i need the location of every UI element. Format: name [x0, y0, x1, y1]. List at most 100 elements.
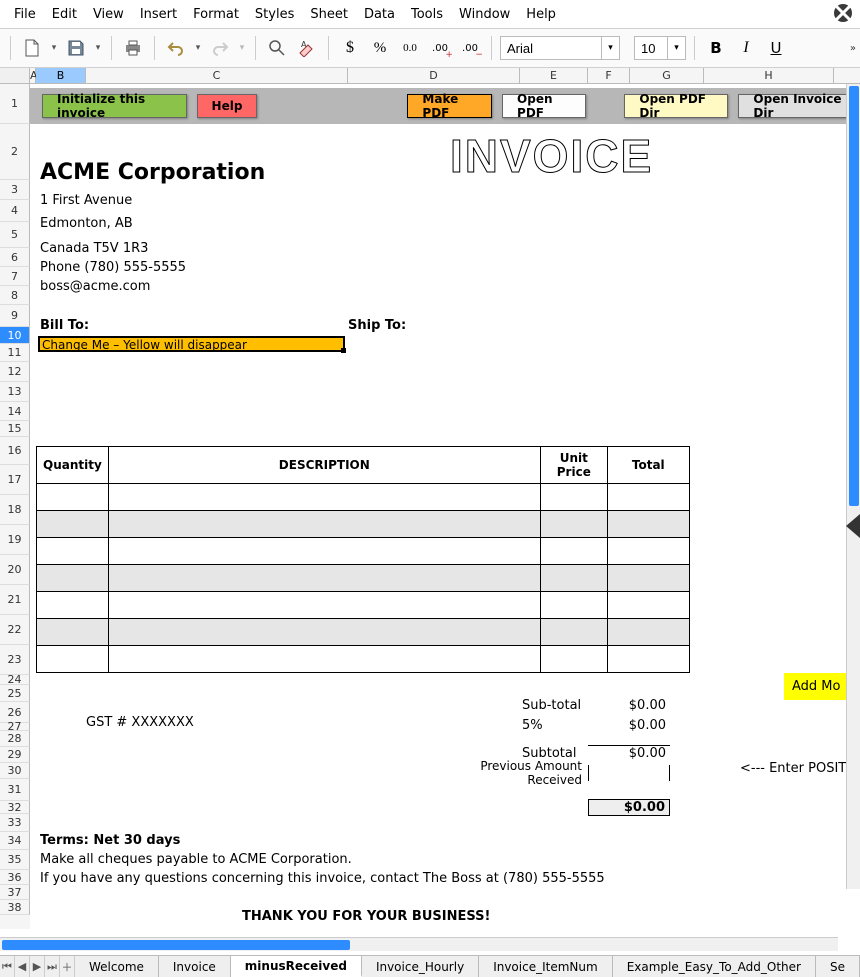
tab-next-button[interactable]: ▶: [30, 956, 45, 977]
vertical-scrollbar[interactable]: [846, 84, 860, 889]
row-header-6[interactable]: 6: [0, 248, 30, 267]
table-row[interactable]: [37, 484, 690, 511]
initialize-invoice-button[interactable]: Initialize this invoice: [42, 94, 187, 118]
bill-to-input-cell[interactable]: Change Me – Yellow will disappear: [38, 336, 345, 352]
row-header-7[interactable]: 7: [0, 267, 30, 286]
horizontal-scrollbar[interactable]: [0, 937, 838, 951]
hscroll-thumb[interactable]: [2, 940, 350, 950]
font-size-dropdown-arrow[interactable]: ▾: [667, 37, 685, 59]
tab-last-button[interactable]: ⏭: [45, 956, 60, 977]
row-header-23[interactable]: 23: [0, 645, 30, 675]
row-header-10[interactable]: 10: [0, 327, 30, 344]
table-row[interactable]: [37, 646, 690, 673]
row-header-18[interactable]: 18: [0, 495, 30, 525]
menu-edit[interactable]: Edit: [44, 3, 85, 26]
add-decimal-button[interactable]: .00+: [427, 35, 453, 61]
col-header-d[interactable]: D: [348, 68, 520, 83]
row-header-27[interactable]: 27: [0, 723, 30, 731]
row-header-20[interactable]: 20: [0, 555, 30, 585]
menu-sheet[interactable]: Sheet: [302, 3, 356, 26]
table-row[interactable]: [37, 511, 690, 538]
font-name-dropdown-arrow[interactable]: ▾: [601, 37, 619, 59]
font-size-combobox[interactable]: ▾: [634, 36, 686, 60]
open-pdf-button[interactable]: Open PDF: [502, 94, 586, 118]
row-header-29[interactable]: 29: [0, 747, 30, 763]
bold-button[interactable]: B: [703, 35, 729, 61]
row-header-11[interactable]: 11: [0, 344, 30, 362]
tab-example-easy[interactable]: Example_Easy_To_Add_Other: [613, 956, 816, 977]
row-header-32[interactable]: 32: [0, 801, 30, 814]
col-header-f[interactable]: F: [588, 68, 630, 83]
row-header-13[interactable]: 13: [0, 382, 30, 402]
new-file-button[interactable]: [19, 35, 45, 61]
percent-button[interactable]: %: [367, 35, 393, 61]
row-header-30[interactable]: 30: [0, 763, 30, 779]
row-header-21[interactable]: 21: [0, 585, 30, 615]
col-header-h[interactable]: H: [704, 68, 834, 83]
underline-button[interactable]: U: [763, 35, 789, 61]
row-header-37[interactable]: 37: [0, 885, 30, 900]
row-header-14[interactable]: 14: [0, 402, 30, 421]
row-header-25[interactable]: 25: [0, 685, 30, 702]
row-header-31[interactable]: 31: [0, 779, 30, 801]
number-button[interactable]: 0.0: [397, 35, 423, 61]
open-pdf-dir-button[interactable]: Open PDF Dir: [624, 94, 728, 118]
cells-area[interactable]: Initialize this invoice Help Make PDF Op…: [30, 84, 860, 929]
col-header-c[interactable]: C: [86, 68, 348, 83]
menu-insert[interactable]: Insert: [132, 3, 185, 26]
row-header-38[interactable]: 38: [0, 900, 30, 915]
row-header-36[interactable]: 36: [0, 870, 30, 885]
undo-button[interactable]: [163, 35, 189, 61]
tab-partial-last[interactable]: Se: [816, 956, 860, 977]
redo-button[interactable]: [207, 35, 233, 61]
row-header-16[interactable]: 16: [0, 437, 30, 465]
tab-invoice-itemnum[interactable]: Invoice_ItemNum: [479, 956, 613, 977]
add-sheet-button[interactable]: ＋: [60, 956, 75, 977]
row-header-5[interactable]: 5: [0, 222, 30, 248]
redo-dropdown[interactable]: ▾: [237, 43, 247, 53]
select-all-corner[interactable]: [0, 68, 30, 83]
tab-minus-received[interactable]: minusReceived: [231, 956, 362, 977]
save-dropdown[interactable]: ▾: [93, 43, 103, 53]
menu-view[interactable]: View: [85, 3, 132, 26]
make-pdf-button[interactable]: Make PDF: [407, 94, 492, 118]
save-button[interactable]: [63, 35, 89, 61]
menu-help[interactable]: Help: [518, 3, 564, 26]
row-header-28[interactable]: 28: [0, 731, 30, 747]
vscroll-thumb[interactable]: [849, 86, 859, 506]
row-header-12[interactable]: 12: [0, 362, 30, 382]
table-row[interactable]: [37, 538, 690, 565]
tab-first-button[interactable]: ⏮: [0, 956, 15, 977]
tab-invoice-hourly[interactable]: Invoice_Hourly: [362, 956, 479, 977]
new-file-dropdown[interactable]: ▾: [49, 43, 59, 53]
clear-formatting-button[interactable]: A: [294, 35, 320, 61]
row-header-17[interactable]: 17: [0, 465, 30, 495]
font-name-input[interactable]: [501, 39, 601, 58]
table-row[interactable]: [37, 565, 690, 592]
menu-styles[interactable]: Styles: [247, 3, 302, 26]
italic-button[interactable]: I: [733, 35, 759, 61]
find-button[interactable]: [264, 35, 290, 61]
table-row[interactable]: [37, 592, 690, 619]
toolbar-overflow-button[interactable]: »: [850, 43, 856, 54]
col-header-b[interactable]: B: [36, 68, 86, 83]
row-header-8[interactable]: 8: [0, 286, 30, 305]
help-button[interactable]: Help: [197, 94, 258, 118]
row-header-3[interactable]: 3: [0, 180, 30, 200]
add-more-note[interactable]: Add Mo: [784, 673, 848, 700]
undo-dropdown[interactable]: ▾: [193, 43, 203, 53]
font-name-combobox[interactable]: ▾: [500, 36, 620, 60]
tab-prev-button[interactable]: ◀: [15, 956, 30, 977]
menu-format[interactable]: Format: [185, 3, 247, 26]
menu-data[interactable]: Data: [356, 3, 403, 26]
row-header-2[interactable]: 2: [0, 124, 30, 180]
col-header-g[interactable]: G: [630, 68, 704, 83]
row-header-1[interactable]: 1: [0, 84, 30, 124]
menu-tools[interactable]: Tools: [403, 3, 451, 26]
row-header-34[interactable]: 34: [0, 832, 30, 850]
tab-invoice[interactable]: Invoice: [159, 956, 231, 977]
sidebar-expand-grip[interactable]: [846, 514, 860, 538]
row-header-24[interactable]: 24: [0, 675, 30, 685]
row-header-33[interactable]: 33: [0, 814, 30, 832]
row-header-22[interactable]: 22: [0, 615, 30, 645]
